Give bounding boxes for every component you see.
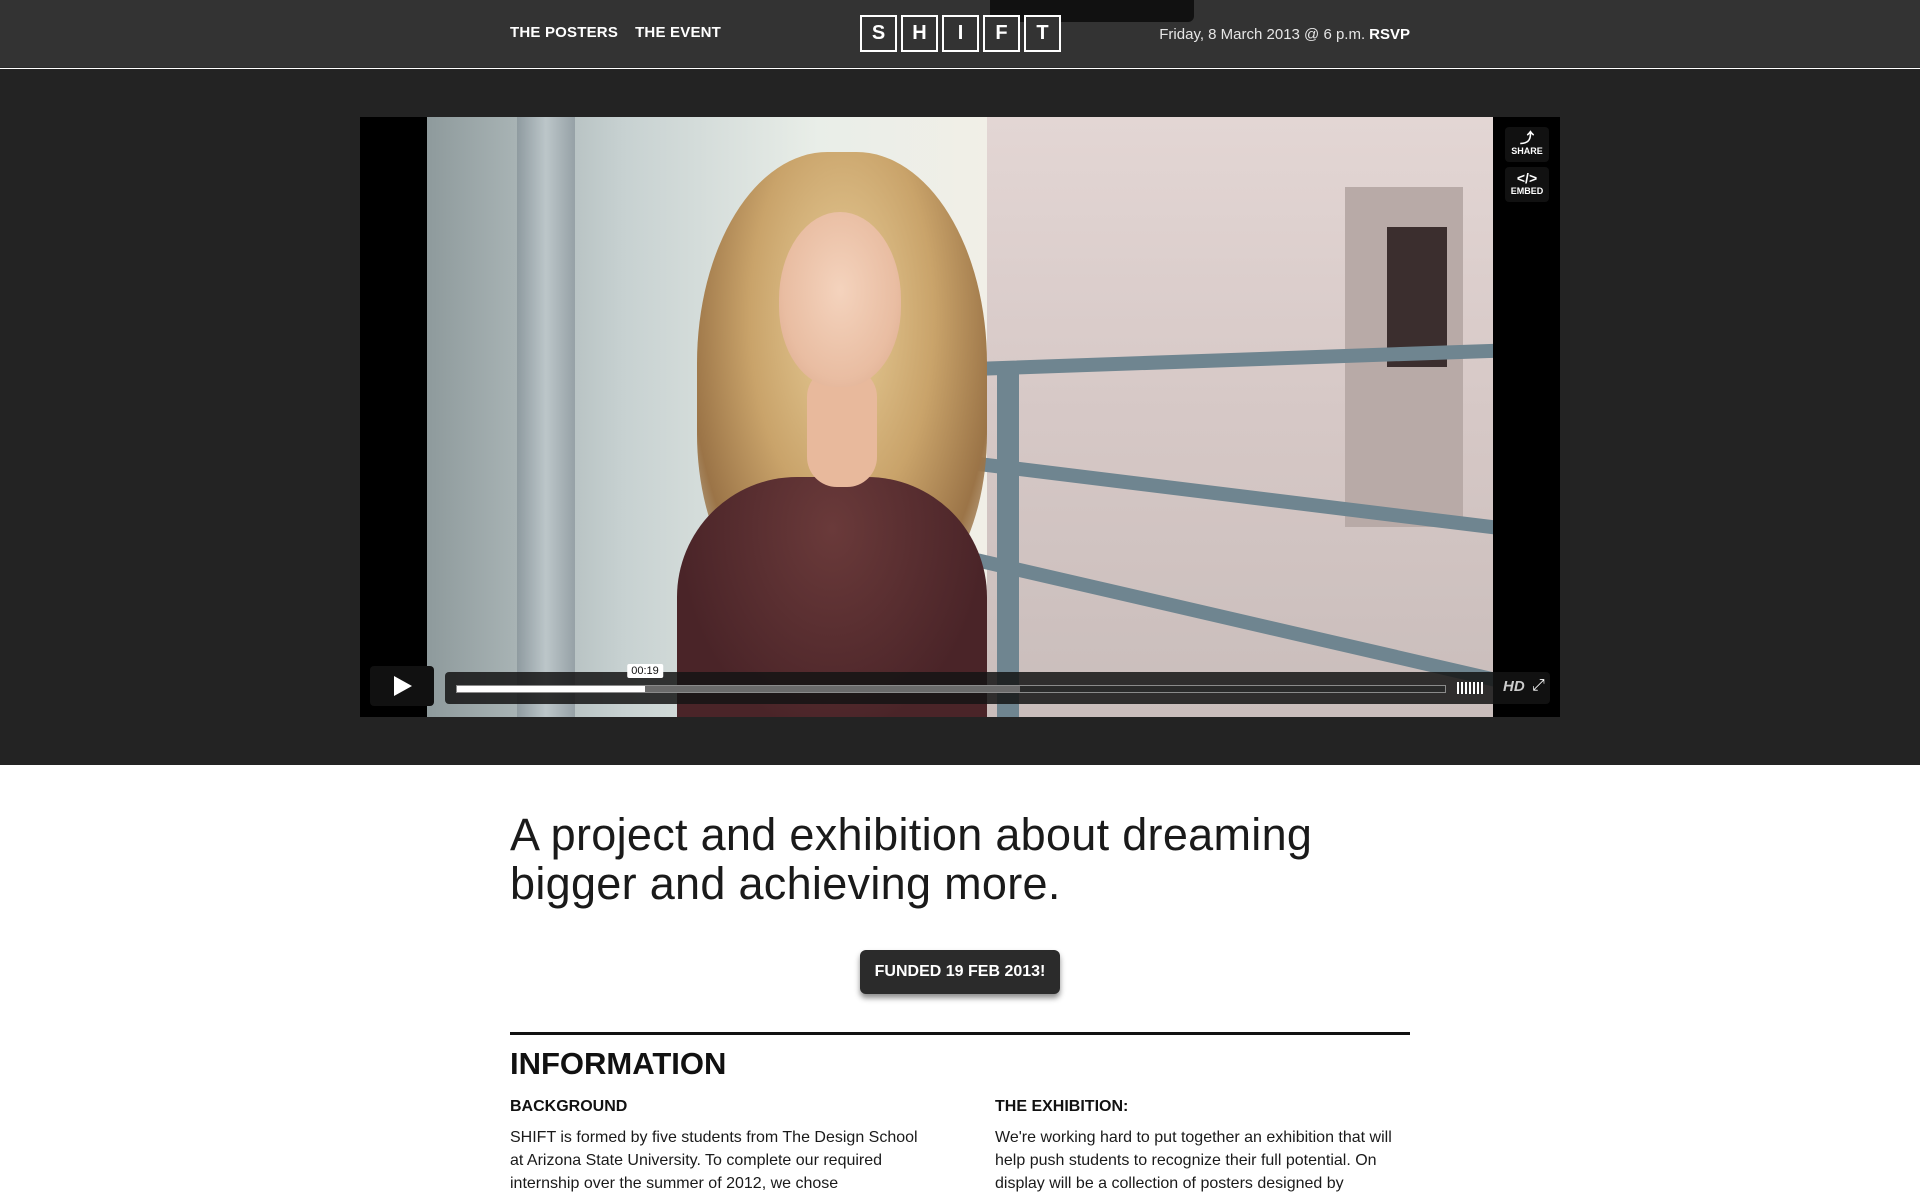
current-time-tooltip: 00:19	[627, 664, 663, 678]
logo-letter: S	[860, 15, 897, 52]
logo-letter: T	[1024, 15, 1061, 52]
video-pole	[517, 117, 575, 717]
logo-letter: I	[942, 15, 979, 52]
share-label: SHARE	[1511, 146, 1543, 156]
page-headline: A project and exhibition about dreaming …	[510, 809, 1313, 909]
video-subject-face	[779, 212, 901, 387]
funded-wrapper: FUNDED 19 FEB 2013!	[510, 950, 1410, 994]
logo-letter: F	[983, 15, 1020, 52]
play-button[interactable]	[370, 666, 434, 706]
nav-link-the-event[interactable]: THE EVENT	[635, 24, 721, 41]
embed-icon: </>	[1516, 170, 1538, 186]
video-player[interactable]: ⤴ SHARE </> EMBED 00:19 HD ⤢	[360, 117, 1560, 717]
share-icon: ⤴	[1520, 130, 1534, 146]
exhibition-heading: THE EXHIBITION:	[995, 1098, 1129, 1115]
control-bar: 00:19 HD ⤢	[445, 664, 1550, 704]
nav-link-the-posters[interactable]: THE POSTERS	[510, 24, 618, 41]
fullscreen-icon[interactable]: ⤢	[1532, 677, 1545, 695]
exhibition-column: THE EXHIBITION: We're working hard to pu…	[995, 1098, 1410, 1195]
main-content: A project and exhibition about dreaming …	[510, 810, 1410, 1195]
top-navigation-bar: THE POSTERS THE EVENT S H I F T Friday, …	[0, 0, 1920, 68]
background-heading: BACKGROUND	[510, 1098, 628, 1115]
information-title: INFORMATION	[510, 1046, 727, 1081]
event-info: Friday, 8 March 2013 @ 6 p.m. RSVP	[1159, 26, 1410, 43]
section-divider	[510, 1032, 1410, 1035]
rsvp-link[interactable]: RSVP	[1369, 26, 1410, 43]
main-nav: THE POSTERS THE EVENT	[510, 24, 721, 41]
video-frame[interactable]	[427, 117, 1493, 717]
share-button[interactable]: ⤴ SHARE	[1505, 127, 1549, 162]
volume-icon[interactable]	[1457, 682, 1483, 694]
info-columns: BACKGROUND SHIFT is formed by five stude…	[510, 1098, 1410, 1195]
embed-button[interactable]: </> EMBED	[1505, 167, 1549, 202]
background-column: BACKGROUND SHIFT is formed by five stude…	[510, 1098, 925, 1195]
event-date: Friday, 8 March 2013 @ 6 p.m.	[1159, 26, 1366, 43]
hd-toggle[interactable]: HD	[1503, 678, 1525, 695]
exhibition-text: We're working hard to put together an ex…	[995, 1129, 1392, 1192]
embed-label: EMBED	[1510, 186, 1544, 196]
progress-played	[457, 686, 645, 692]
shift-logo[interactable]: S H I F T	[860, 15, 1061, 52]
background-text: SHIFT is formed by five students from Th…	[510, 1129, 918, 1192]
video-controls: 00:19 HD ⤢	[370, 664, 1550, 706]
logo-letter: H	[901, 15, 938, 52]
play-icon	[394, 676, 412, 696]
funded-button[interactable]: FUNDED 19 FEB 2013!	[859, 950, 1061, 994]
progress-timeline[interactable]: 00:19	[456, 664, 1446, 693]
